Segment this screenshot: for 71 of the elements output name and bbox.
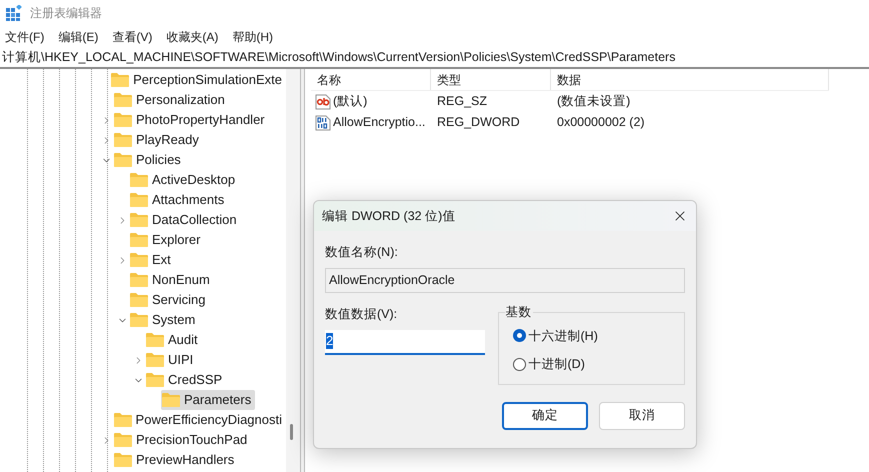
- folder-icon: [114, 153, 132, 167]
- binary-value-icon: [315, 114, 331, 130]
- menu-item[interactable]: 查看(V): [112, 28, 152, 46]
- folder-icon: [111, 73, 130, 87]
- value-type: REG_SZ: [436, 93, 488, 110]
- radio-option[interactable]: 十六进制(H): [512, 326, 684, 346]
- name-field[interactable]: AllowEncryptionOracle: [325, 268, 685, 293]
- field-label: 数值名称(N):: [325, 244, 399, 261]
- folder-icon: [114, 433, 132, 447]
- value-name[interactable]: AllowEncryptio...: [333, 113, 426, 132]
- tree-item[interactable]: Parameters: [161, 390, 256, 410]
- tree-item[interactable]: Personalization: [113, 90, 229, 110]
- folder-icon: [130, 173, 148, 187]
- tree-item[interactable]: UIPI: [145, 350, 198, 370]
- radio-button[interactable]: [512, 358, 526, 372]
- folder-icon: [130, 233, 148, 247]
- tree-item[interactable]: ActiveDesktop: [129, 170, 240, 190]
- folder-icon: [130, 313, 148, 327]
- dialog-title: 编辑 DWORD (32 位)值: [322, 208, 456, 225]
- menu-item[interactable]: 文件(F): [5, 28, 44, 46]
- folder-icon: [130, 213, 148, 227]
- folder-icon: [130, 293, 148, 307]
- folder-icon: [146, 353, 164, 367]
- column-header[interactable]: 名称: [311, 69, 431, 90]
- folder-icon: [146, 333, 164, 347]
- tree-item[interactable]: Ext: [129, 250, 175, 270]
- tree-item[interactable]: PreviewHandlers: [113, 450, 238, 470]
- radio-option[interactable]: 十进制(D): [512, 355, 684, 374]
- value-data: 0x00000002 (2): [556, 114, 645, 132]
- menu-item[interactable]: 编辑(E): [58, 28, 98, 46]
- dialog-button[interactable]: 取消: [599, 402, 685, 430]
- dialog-button[interactable]: 确定: [502, 402, 588, 430]
- scrollbar[interactable]: [286, 69, 300, 472]
- string-value-icon: [315, 94, 331, 110]
- folder-icon: [130, 253, 148, 267]
- tree-item[interactable]: Explorer: [129, 230, 204, 250]
- window-title: 注册表编辑器: [30, 5, 102, 22]
- folder-icon: [114, 113, 132, 127]
- tree-item[interactable]: System: [129, 310, 200, 330]
- tree-item[interactable]: PlayReady: [113, 130, 203, 150]
- tree-item[interactable]: DataCollection: [129, 210, 241, 230]
- tree-item[interactable]: PrecisionTouchPad: [113, 430, 252, 450]
- field-label: 数值数据(V):: [325, 306, 398, 323]
- folder-icon: [146, 373, 164, 387]
- tree-item[interactable]: CredSSP: [145, 370, 226, 390]
- folder-icon: [130, 193, 148, 207]
- tree-item[interactable]: PowerEfficiencyDiagnosti: [112, 410, 286, 430]
- value-type: REG_DWORD: [436, 114, 521, 132]
- folder-icon: [130, 273, 148, 287]
- tree-item[interactable]: PhotoPropertyHandler: [113, 110, 269, 130]
- folder-icon: [114, 133, 132, 147]
- tree-item[interactable]: Policies: [113, 150, 185, 170]
- radio-button[interactable]: [512, 329, 526, 342]
- tree-item[interactable]: NonEnum: [129, 270, 214, 290]
- tree-item[interactable]: Audit: [145, 330, 202, 350]
- group-label: 基数: [504, 304, 533, 320]
- value-field[interactable]: 2: [325, 330, 485, 354]
- app-icon: [6, 5, 22, 21]
- folder-icon: [162, 393, 180, 407]
- tree-item[interactable]: PerceptionSimulationExte: [110, 70, 286, 90]
- value-name[interactable]: (默认): [333, 92, 368, 111]
- folder-icon: [114, 93, 132, 107]
- folder-icon: [114, 453, 132, 467]
- menu-item[interactable]: 帮助(H): [232, 28, 273, 46]
- tree-item[interactable]: Attachments: [129, 190, 228, 210]
- menu-item[interactable]: 收藏夹(A): [166, 28, 218, 46]
- value-data: (数值未设置): [556, 93, 630, 110]
- tree-item[interactable]: Servicing: [129, 290, 210, 310]
- column-header[interactable]: 类型: [431, 69, 551, 90]
- folder-icon: [114, 413, 132, 427]
- column-header[interactable]: 数据: [551, 69, 829, 90]
